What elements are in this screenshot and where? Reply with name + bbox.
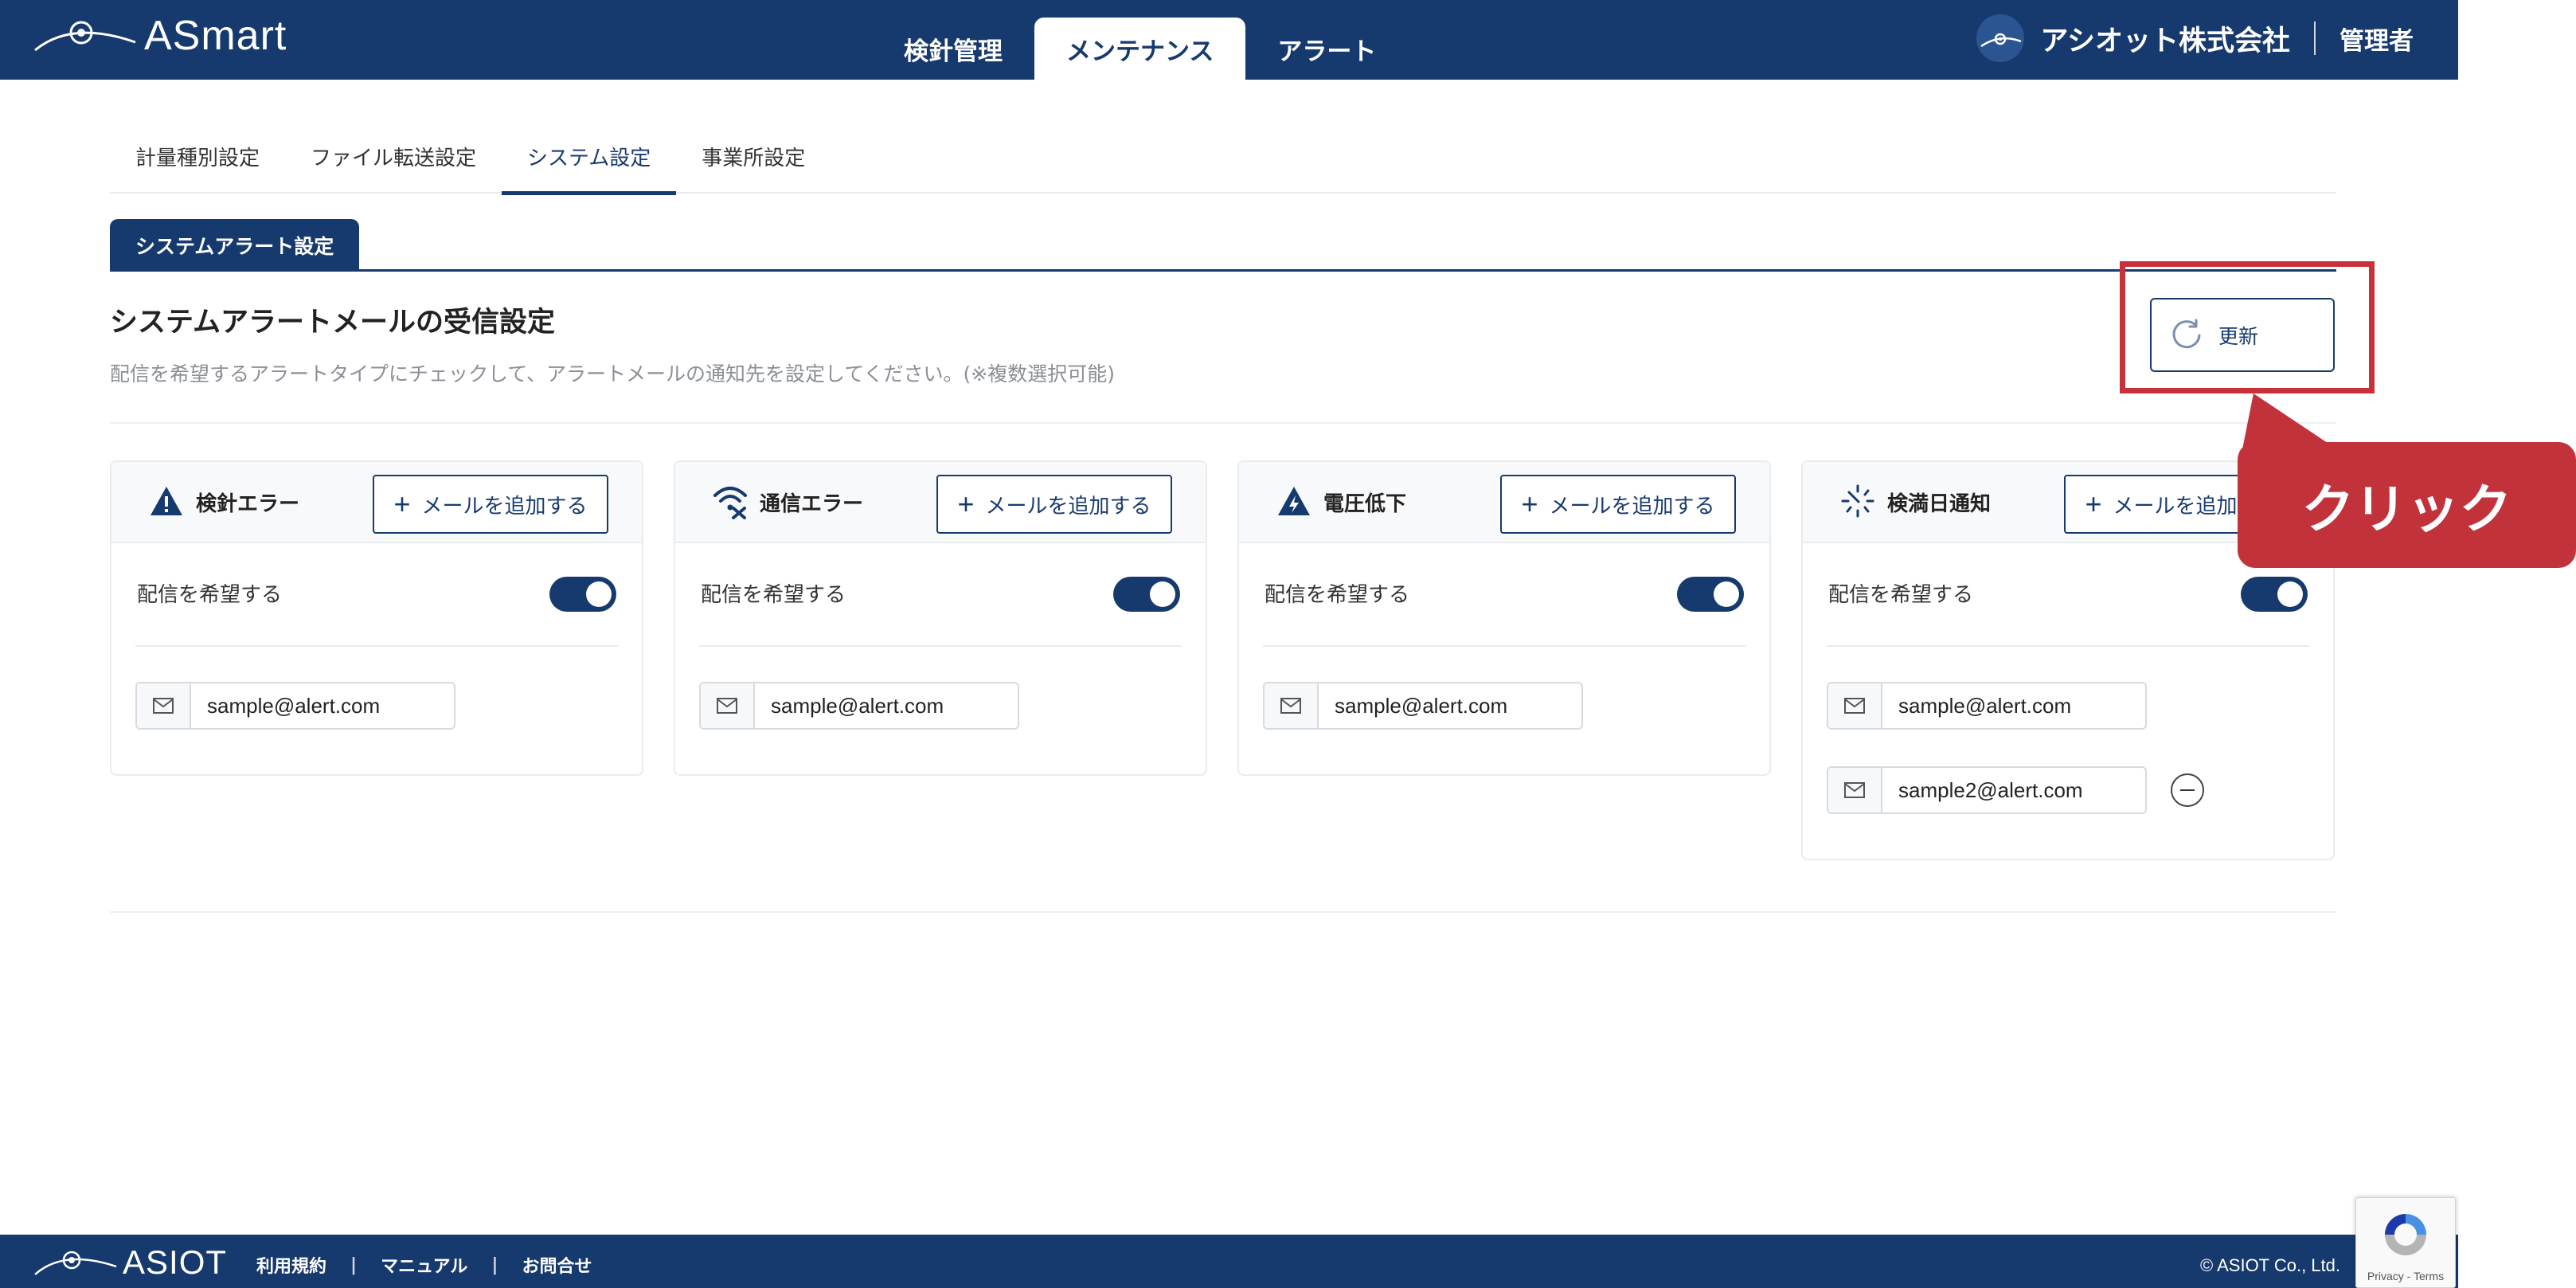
brand-name: ASmart: [144, 13, 287, 59]
recaptcha-icon: [2385, 1214, 2426, 1255]
mail-icon: [1844, 698, 1865, 714]
email-value: sample@alert.com: [771, 693, 944, 718]
user-role[interactable]: 管理者: [2340, 21, 2414, 57]
company-name: アシオット株式会社: [2040, 25, 2290, 57]
footer-separator: |: [491, 1255, 498, 1275]
company-logo-icon: [1976, 14, 2025, 62]
footer-link-terms[interactable]: 利用規約: [256, 1252, 326, 1278]
refresh-button[interactable]: 更新: [2150, 298, 2335, 372]
card-title: 通信エラー: [760, 492, 864, 516]
card-title: 検針エラー: [196, 492, 300, 516]
email-value: sample2@alert.com: [1898, 777, 2083, 802]
email-value: sample@alert.com: [1898, 693, 2072, 718]
card-header: 検針エラー + メールを追加する: [111, 462, 642, 543]
delivery-toggle[interactable]: [1677, 577, 1744, 612]
footer-link-contact[interactable]: お問合せ: [522, 1252, 592, 1278]
header-divider: [2314, 22, 2316, 55]
add-mail-button[interactable]: + メールを追加する: [373, 475, 608, 534]
sub-tab-bar: 計量種別設定 ファイル転送設定 システム設定 事業所設定: [110, 119, 2336, 195]
mail-icon: [717, 698, 737, 714]
section-description: 配信を希望するアラートタイプにチェックして、アラートメールの通知先を設定してくだ…: [110, 362, 1115, 386]
email-list: sample@alert.com sample2@alert.com: [1827, 647, 2309, 859]
email-row: sample@alert.com: [135, 682, 618, 730]
section-title: システムアラートメールの受信設定: [110, 307, 555, 339]
subtab-file-transfer[interactable]: ファイル転送設定: [285, 119, 502, 194]
alert-card-voltage-drop: 電圧低下 + メールを追加する 配信を希望する sample@alert.com: [1237, 460, 1771, 776]
copyright: © ASIOT Co., Ltd.: [2200, 1255, 2340, 1275]
click-callout: クリック: [2238, 442, 2576, 568]
card-title: 電圧低下: [1323, 492, 1407, 516]
remove-email-button[interactable]: [2171, 773, 2204, 807]
tab-alert[interactable]: アラート: [1245, 18, 1408, 80]
plus-icon: +: [2085, 487, 2102, 520]
delivery-label: 配信を希望する: [1828, 583, 1974, 607]
plus-icon: +: [1521, 487, 1538, 520]
delivery-label: 配信を希望する: [701, 583, 846, 607]
mail-icon: [1280, 698, 1301, 714]
footer-logo-icon: [34, 1251, 117, 1275]
mail-icon: [1844, 782, 1865, 798]
email-list: sample@alert.com: [699, 647, 1182, 774]
app-footer: ASIOT 利用規約 | マニュアル | お問合せ © ASIOT Co., L…: [0, 1235, 2458, 1288]
recaptcha-badge[interactable]: Privacy - Terms: [2355, 1197, 2456, 1288]
email-value: sample@alert.com: [1335, 693, 1508, 718]
section-tab-system-alert[interactable]: システムアラート設定: [110, 219, 360, 272]
divider: [110, 911, 2336, 913]
footer-brand-name: ASIOT: [123, 1243, 228, 1281]
mail-icon: [153, 698, 174, 714]
footer-link-manual[interactable]: マニュアル: [381, 1252, 467, 1278]
email-row: sample@alert.com: [1827, 682, 2309, 730]
email-list: sample@alert.com: [1263, 647, 1745, 774]
refresh-label: 更新: [2218, 325, 2259, 348]
subtab-measurement-type[interactable]: 計量種別設定: [110, 119, 285, 194]
recaptcha-label[interactable]: Privacy - Terms: [2356, 1270, 2455, 1282]
footer-links: 利用規約 | マニュアル | お問合せ: [256, 1252, 592, 1278]
account-area: アシオット株式会社 管理者: [1976, 13, 2414, 64]
plus-icon: +: [957, 487, 975, 520]
brand[interactable]: ASmart: [32, 8, 287, 64]
add-mail-button[interactable]: + メールを追加する: [1500, 475, 1736, 534]
email-field[interactable]: sample@alert.com: [1263, 682, 1583, 730]
add-mail-label: メールを追加する: [985, 493, 1151, 518]
delivery-toggle[interactable]: [549, 577, 616, 612]
add-mail-label: メールを追加する: [421, 493, 588, 518]
warning-triangle-icon: [150, 487, 182, 515]
card-title: 検満日通知: [1887, 492, 1992, 516]
plus-icon: +: [393, 487, 411, 520]
alert-card-meter-error: 検針エラー + メールを追加する 配信を希望する sample@alert.co…: [110, 460, 643, 776]
add-mail-label: メールを追加する: [1549, 493, 1715, 518]
email-field[interactable]: sample@alert.com: [1827, 682, 2147, 730]
email-row: sample2@alert.com: [1827, 766, 2309, 814]
voltage-warning-icon: [1278, 487, 1310, 515]
card-header: 通信エラー + メールを追加する: [675, 462, 1206, 543]
subtab-office-settings[interactable]: 事業所設定: [676, 119, 831, 194]
email-value: sample@alert.com: [207, 693, 381, 718]
refresh-icon: [2172, 319, 2201, 348]
email-field[interactable]: sample2@alert.com: [1827, 766, 2147, 814]
app-header: ASmart 検針管理 メンテナンス アラート アシオット株式会社 管理者: [0, 0, 2458, 80]
footer-brand: ASIOT: [32, 1243, 227, 1282]
email-field[interactable]: sample@alert.com: [135, 682, 455, 730]
delivery-label: 配信を希望する: [137, 583, 283, 607]
section-tab-bar: システムアラート設定: [110, 219, 2336, 272]
alert-card-communication-error: 通信エラー + メールを追加する 配信を希望する sample@alert.co…: [674, 460, 1207, 776]
footer-separator: |: [350, 1255, 358, 1275]
add-mail-button[interactable]: + メールを追加する: [936, 475, 1172, 534]
brand-logo-icon: [34, 21, 136, 52]
delivery-label: 配信を希望する: [1265, 583, 1410, 607]
email-list: sample@alert.com: [135, 647, 618, 774]
email-row: sample@alert.com: [1263, 682, 1745, 730]
subtab-system-settings[interactable]: システム設定: [502, 119, 677, 195]
wifi-off-icon: [713, 487, 747, 519]
divider: [110, 422, 2336, 424]
email-row: sample@alert.com: [699, 682, 1182, 730]
timer-icon: [1841, 484, 1874, 518]
card-header: 電圧低下 + メールを追加する: [1239, 462, 1769, 543]
tab-meter-management[interactable]: 検針管理: [872, 18, 1034, 80]
main-nav: 検針管理 メンテナンス アラート: [872, 18, 1408, 80]
email-field[interactable]: sample@alert.com: [699, 682, 1019, 730]
delivery-toggle[interactable]: [2241, 577, 2308, 612]
tab-maintenance[interactable]: メンテナンス: [1034, 18, 1246, 80]
delivery-toggle[interactable]: [1113, 577, 1180, 612]
